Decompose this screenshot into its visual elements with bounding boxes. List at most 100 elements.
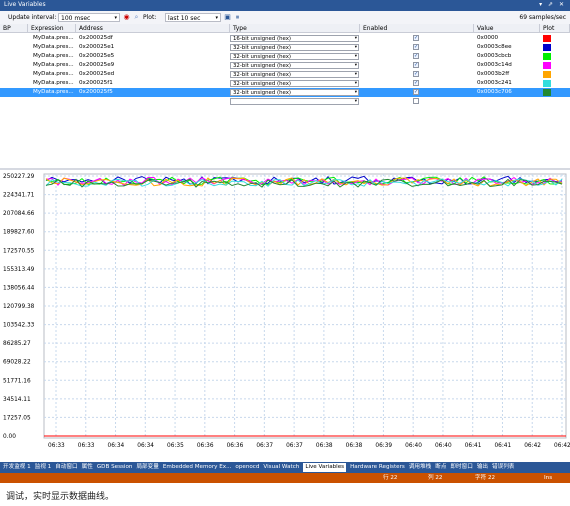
enabled-checkbox[interactable]: ✓: [413, 44, 419, 50]
x-tick-label: 06:42: [554, 443, 570, 449]
y-tick-label: 0.00: [3, 434, 16, 440]
address-cell: 0x200025e9: [79, 62, 115, 68]
enabled-checkbox[interactable]: ✓: [413, 35, 419, 41]
type-select[interactable]: 32-bit unsigned (hex) ▾: [230, 53, 359, 60]
plot-color-swatch[interactable]: [543, 89, 551, 96]
tab-item[interactable]: openocd: [235, 463, 259, 472]
plot-color-swatch[interactable]: [543, 80, 551, 87]
y-tick-label: 207084.66: [3, 211, 35, 217]
x-tick-label: 06:40: [435, 443, 452, 449]
column-header-bp[interactable]: BP: [0, 24, 28, 33]
table-row[interactable]: MyData.pres... 0x200025e9 32-bit unsigned …: [0, 61, 570, 70]
status-line: 行 22: [383, 475, 398, 481]
live-plot-svg: 250227.29 224341.71 207084.66 189827.60 1725…: [3, 173, 570, 449]
plot-color-swatch[interactable]: [543, 62, 551, 69]
status-char: 字符 22: [475, 475, 496, 481]
status-bar: 行 22 列 22 字符 22 Ins: [0, 473, 570, 483]
address-cell: 0x200025f5: [79, 89, 113, 95]
tab-item[interactable]: 输出: [477, 463, 488, 472]
tab-item[interactable]: 开发监视 1: [3, 463, 31, 472]
y-tick-label: 224341.71: [3, 193, 35, 199]
tab-item[interactable]: Visual Watch: [263, 463, 299, 472]
table-row[interactable]: MyData.pres... 0x200025f5 32-bit unsigned …: [0, 88, 570, 97]
table-row[interactable]: MyData.pres... 0x200025e1 32-bit unsigned …: [0, 43, 570, 52]
y-tick-label: 120799.38: [3, 304, 35, 310]
tab-item[interactable]: Live Variables: [303, 463, 347, 472]
y-tick-label: 69028.22: [3, 360, 31, 366]
expression-cell: MyData.pres...: [33, 80, 74, 86]
column-header-plot[interactable]: Plot: [540, 24, 570, 33]
value-cell: 0x0003c14d: [477, 62, 512, 68]
value-cell: 0x0003c8ee: [477, 44, 512, 50]
column-header-value[interactable]: Value: [474, 24, 540, 33]
column-header-type[interactable]: Type: [230, 24, 360, 33]
window-title-bar: Live Variables ▾ ⇗ ✕: [0, 0, 570, 11]
chevron-down-icon: ▾: [354, 63, 357, 68]
table-row[interactable]: MyData.pres... 0x200025e5 32-bit unsigned …: [0, 52, 570, 61]
x-tick-label: 06:41: [465, 443, 482, 449]
tab-item[interactable]: 断点: [435, 463, 446, 472]
plot-color-swatch[interactable]: [543, 44, 551, 51]
table-row[interactable]: MyData.pres... 0x200025df 16-bit unsigned …: [0, 34, 570, 43]
enabled-checkbox[interactable]: ✓: [413, 80, 419, 86]
address-cell: 0x200025e5: [79, 53, 115, 59]
value-cell: 0x0000: [477, 35, 499, 41]
type-select[interactable]: 16-bit unsigned (hex) ▾: [230, 35, 359, 42]
tab-item[interactable]: 即时窗口: [450, 463, 472, 472]
tab-item[interactable]: GDB Session: [97, 463, 133, 472]
update-interval-select[interactable]: 100 msec ▾: [58, 13, 120, 22]
x-tick-label: 06:38: [346, 443, 363, 449]
record-icon[interactable]: ◉: [122, 13, 131, 22]
zoom-icon[interactable]: ⌕: [132, 13, 141, 22]
tab-item[interactable]: 属性: [82, 463, 93, 472]
type-select-empty[interactable]: ▾: [230, 98, 359, 105]
tab-item[interactable]: 局部变量: [136, 463, 158, 472]
y-tick-label: 138056.44: [3, 285, 35, 291]
tab-item[interactable]: Hardware Registers: [350, 463, 405, 472]
x-tick-label: 06:34: [108, 443, 125, 449]
tab-item[interactable]: 自动窗口: [55, 463, 77, 472]
x-tick-label: 06:38: [316, 443, 333, 449]
type-value: 32-bit unsigned (hex): [233, 90, 292, 96]
tab-item[interactable]: 调用堆栈: [409, 463, 431, 472]
y-tick-label: 189827.60: [3, 230, 35, 236]
chevron-down-icon: ▾: [354, 54, 357, 59]
column-header-address[interactable]: Address: [76, 24, 230, 33]
type-select[interactable]: 32-bit unsigned (hex) ▾: [230, 80, 359, 87]
type-select[interactable]: 32-bit unsigned (hex) ▾: [230, 71, 359, 78]
save-icon[interactable]: ▣: [223, 13, 232, 22]
x-tick-label: 06:39: [375, 443, 392, 449]
x-tick-label: 06:36: [197, 443, 214, 449]
type-select[interactable]: 32-bit unsigned (hex) ▾: [230, 62, 359, 69]
tool-window-tabs: 开发监视 1 监视 1 自动窗口 属性 GDB Session 局部变量 Embedded …: [0, 462, 570, 473]
x-tick-label: 06:34: [137, 443, 154, 449]
enabled-checkbox[interactable]: ✓: [413, 53, 419, 59]
x-tick-label: 06:33: [48, 443, 65, 449]
column-header-enabled[interactable]: Enabled: [360, 24, 474, 33]
x-tick-label: 06:37: [286, 443, 303, 449]
tab-item[interactable]: 监视 1: [35, 463, 52, 472]
tab-item[interactable]: Embedded Memory Ex...: [163, 463, 232, 472]
plot-color-swatch[interactable]: [543, 53, 551, 60]
column-header-expression[interactable]: Expression: [28, 24, 76, 33]
tab-item[interactable]: 错误列表: [492, 463, 514, 472]
enabled-checkbox[interactable]: ✓: [413, 89, 419, 95]
type-value: 32-bit unsigned (hex): [233, 54, 292, 60]
pause-icon[interactable]: ⏸: [233, 13, 242, 22]
value-cell: 0x0003cbcb: [477, 53, 512, 59]
y-tick-label: 86285.27: [3, 341, 31, 347]
plot-range-select[interactable]: last 10 sec ▾: [165, 13, 221, 22]
plot-color-swatch[interactable]: [543, 71, 551, 78]
y-tick-label: 34514.11: [3, 397, 31, 403]
enabled-checkbox[interactable]: ✓: [413, 71, 419, 77]
enabled-checkbox[interactable]: ✓: [413, 62, 419, 68]
table-row[interactable]: MyData.pres... 0x200025f1 32-bit unsigned …: [0, 79, 570, 88]
window-controls[interactable]: ▾ ⇗ ✕: [539, 1, 566, 8]
new-row[interactable]: ▾: [0, 97, 570, 106]
type-select[interactable]: 32-bit unsigned (hex) ▾: [230, 44, 359, 51]
table-row[interactable]: MyData.pres... 0x200025ed 32-bit unsigned …: [0, 70, 570, 79]
chevron-down-icon: ▾: [354, 81, 357, 86]
enabled-checkbox-empty[interactable]: [413, 98, 419, 104]
plot-color-swatch[interactable]: [543, 35, 551, 42]
type-select[interactable]: 32-bit unsigned (hex) ▾: [230, 89, 359, 96]
